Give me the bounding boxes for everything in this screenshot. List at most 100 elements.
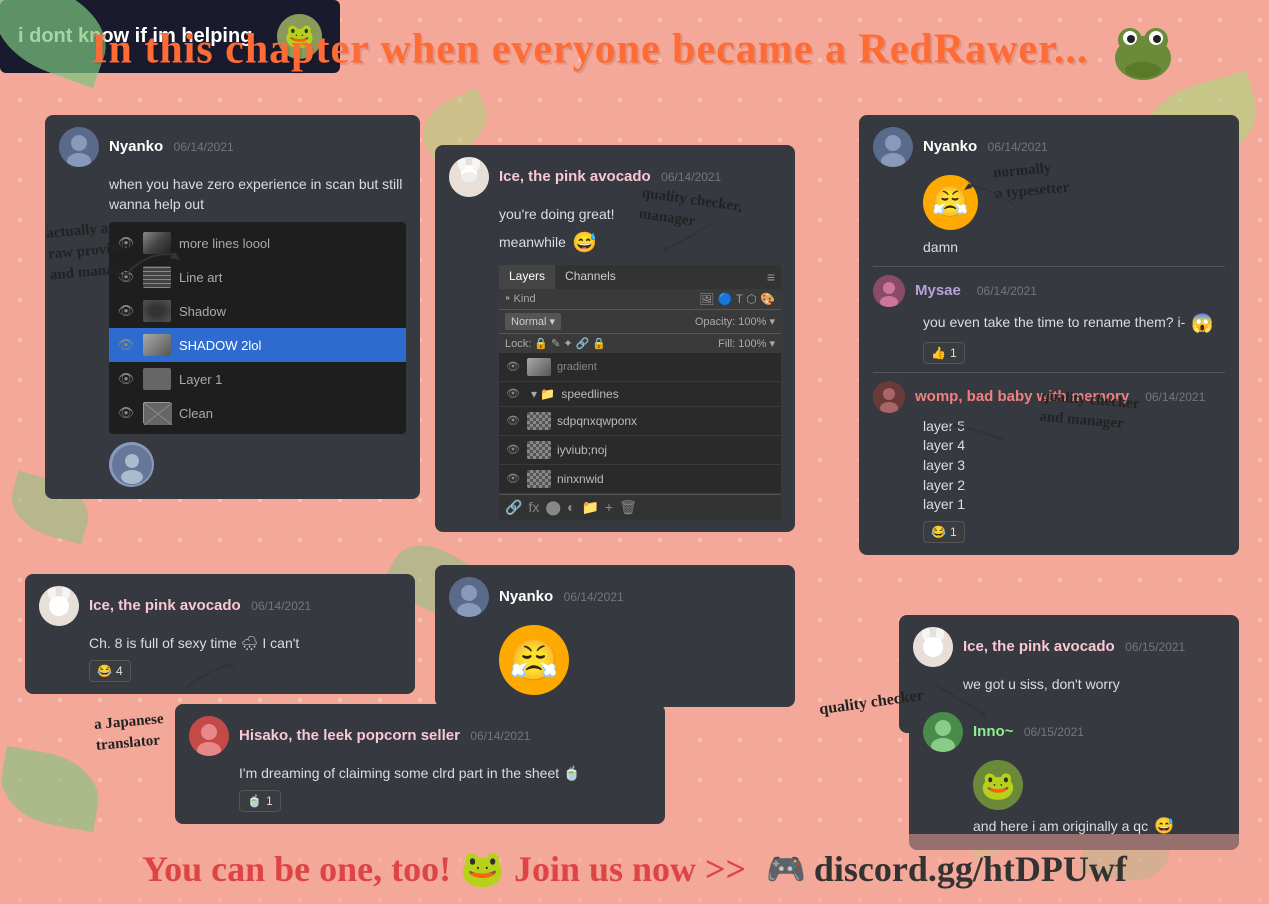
ice-name-group: Ice, the pink avocado 06/14/2021 xyxy=(499,168,721,186)
ps-thumb-iyv xyxy=(527,441,551,459)
layer-thumb-shadow xyxy=(143,300,171,322)
arrow-quality-checker xyxy=(929,679,989,719)
mysae-reaction-count: 1 xyxy=(950,346,957,360)
ps-layer-iyv[interactable]: 👁 iyviub;noj xyxy=(499,436,781,465)
banner-text: You can be one, too! 🐸 Join us now >> xyxy=(142,848,746,890)
nyanko-right-username: Nyanko xyxy=(923,138,977,155)
layer-item-clean[interactable]: 👁 Clean xyxy=(109,396,406,430)
ps-layer-ninx[interactable]: 👁 ninxnwid xyxy=(499,465,781,494)
ice-bottom-username: Ice, the pink avocado xyxy=(963,638,1115,655)
arrow-japanese-translator xyxy=(180,654,235,689)
womp-reaction[interactable]: 😂 1 xyxy=(923,521,965,543)
nyanko-layers-card: Nyanko 06/14/2021 when you have zero exp… xyxy=(45,115,420,499)
ps-eye-gradient: 👁 xyxy=(505,360,521,373)
nyanko-msg-header: Nyanko 06/14/2021 xyxy=(59,127,406,167)
ps-layer-gradient[interactable]: 👁 gradient xyxy=(499,353,781,382)
ps-tool-adj[interactable]: ◐ xyxy=(567,499,575,515)
ps-eye-speedlines: 👁 xyxy=(505,387,521,400)
ps-blend-mode[interactable]: Normal ▾ xyxy=(505,313,561,330)
womp-timestamp: 06/14/2021 xyxy=(1145,390,1205,404)
ps-panel: Layers Channels ≡ ⁍ Kind 🖼 🔵 T ⬡ 🎨 Norma… xyxy=(499,265,781,520)
hisako-avatar xyxy=(189,716,229,756)
discord-icon: 🎮 xyxy=(766,850,806,888)
hisako-username: Hisako, the leek popcorn seller xyxy=(239,727,460,744)
nyanko-middle-username: Nyanko xyxy=(499,588,553,605)
ps-folder-icon: ▾ 📁 xyxy=(531,387,555,401)
layer-eye-icon3: 👁 xyxy=(117,303,135,319)
ice-ch8-message: Ch. 8 is full of sexy time 🌧 I can't xyxy=(89,634,401,654)
sticker-icon: 😅 xyxy=(572,229,597,257)
nyanko-middle-name-group: Nyanko 06/14/2021 xyxy=(499,588,624,606)
ice-bottom-header: Ice, the pink avocado 06/15/2021 xyxy=(913,627,1225,667)
layer-name-morelines: more lines loool xyxy=(179,236,270,251)
ps-eye-sdp: 👁 xyxy=(505,414,521,427)
nyanko-message: when you have zero experience in scan bu… xyxy=(109,175,406,214)
ps-tool-link[interactable]: 🔗 xyxy=(505,499,522,516)
layer-name-layer1: Layer 1 xyxy=(179,372,222,387)
ps-opacity: Opacity: 100% ▾ xyxy=(695,315,775,328)
nyanko-right-message: damn xyxy=(923,238,1225,258)
ice-ch8-reaction[interactable]: 😂 4 xyxy=(89,660,131,682)
ps-layer-speedlines-label: speedlines xyxy=(561,387,618,401)
ice-bottom-avatar xyxy=(913,627,953,667)
ps-tool-mask[interactable]: ⬤ xyxy=(545,499,561,516)
hisako-card: Hisako, the leek popcorn seller 06/14/20… xyxy=(175,704,665,824)
hisako-reaction[interactable]: 🍵 1 xyxy=(239,790,281,812)
ps-fill: Fill: 100% ▾ xyxy=(718,337,775,350)
frog-icon xyxy=(1108,18,1178,88)
nyanko-middle-avatar xyxy=(449,577,489,617)
ps-blend-row: Normal ▾ Opacity: 100% ▾ xyxy=(499,309,781,333)
ps-layer-gradient-label: gradient xyxy=(557,361,597,373)
womp-avatar xyxy=(873,381,905,413)
ps-layer-speedlines[interactable]: 👁 ▾ 📁 speedlines xyxy=(499,382,781,407)
ps-tool-folder[interactable]: 📁 xyxy=(581,499,598,516)
page-title: In this chapter when everyone became a R… xyxy=(80,18,1189,88)
ps-menu-icon[interactable]: ≡ xyxy=(761,265,781,289)
layer-thumb-shadow2 xyxy=(143,334,171,356)
nyanko-middle-timestamp: 06/14/2021 xyxy=(564,590,624,604)
ps-eye-iyv: 👁 xyxy=(505,443,521,456)
nyanko-username: Nyanko xyxy=(109,138,163,155)
nyanko-sticker-avatar xyxy=(109,442,154,487)
ps-thumb-sdp xyxy=(527,412,551,430)
arrow-qc-manager xyxy=(660,220,710,255)
mysae-timestamp: 06/14/2021 xyxy=(977,284,1037,298)
mysae-header: Mysae 06/14/2021 xyxy=(873,275,1225,307)
nyanko-timestamp: 06/14/2021 xyxy=(174,140,234,154)
ps-tool-add[interactable]: + xyxy=(605,499,613,515)
annotation-japanese-translator: a Japanese translator xyxy=(93,709,166,757)
nyanko-middle-sticker: 😤 xyxy=(499,625,781,695)
ps-tabs: Layers Channels ≡ xyxy=(499,265,781,289)
ps-lock-row: Lock: 🔒 ✎ ✦ 🔗 🔒 Fill: 100% ▾ xyxy=(499,333,781,353)
layer-item-layer1[interactable]: 👁 Layer 1 xyxy=(109,362,406,396)
mysae-msg: Mysae 06/14/2021 you even take the time … xyxy=(873,275,1225,364)
womp-layer3: layer 3 xyxy=(923,456,1225,476)
hisako-reaction-count: 1 xyxy=(266,794,273,808)
ps-layer-sdp[interactable]: 👁 sdpqnxqwponx xyxy=(499,407,781,436)
ice-ch8-name-group: Ice, the pink avocado 06/14/2021 xyxy=(89,597,311,615)
mysae-message: you even take the time to rename them? i… xyxy=(923,311,1225,336)
ice-timestamp: 06/14/2021 xyxy=(661,170,721,184)
ps-tool-delete[interactable]: 🗑 xyxy=(619,499,637,516)
womp-reaction-emoji: 😂 xyxy=(931,525,946,539)
ps-tab-channels[interactable]: Channels xyxy=(555,265,626,289)
ice-username: Ice, the pink avocado xyxy=(499,168,651,185)
mysae-reaction-emoji: 👍 xyxy=(931,346,946,360)
inno-username: Inno~ xyxy=(973,723,1013,740)
layer-item-shadow[interactable]: 👁 Shadow xyxy=(109,294,406,328)
layer-item-shadow2[interactable]: 👁 SHADOW 2lol xyxy=(109,328,406,362)
mysae-avatar xyxy=(873,275,905,307)
ps-tab-layers[interactable]: Layers xyxy=(499,265,555,289)
ice-msg-header: Ice, the pink avocado 06/14/2021 xyxy=(449,157,781,197)
layer-thumb-clean xyxy=(143,402,171,424)
hisako-message: I'm dreaming of claiming some clrd part … xyxy=(239,764,651,784)
womp-reaction-count: 1 xyxy=(950,525,957,539)
mysae-reaction[interactable]: 👍 1 xyxy=(923,342,965,364)
womp-layer1: layer 1 xyxy=(923,495,1225,515)
ice-bottom-timestamp: 06/15/2021 xyxy=(1125,640,1185,654)
mysae-emoji: 😱 xyxy=(1191,311,1213,336)
ps-tool-fx[interactable]: fx xyxy=(528,499,539,515)
layer-name-shadow: Shadow xyxy=(179,304,226,319)
layer-name-shadow2: SHADOW 2lol xyxy=(179,338,261,353)
bottom-banner: You can be one, too! 🐸 Join us now >> 🎮 … xyxy=(0,834,1269,904)
